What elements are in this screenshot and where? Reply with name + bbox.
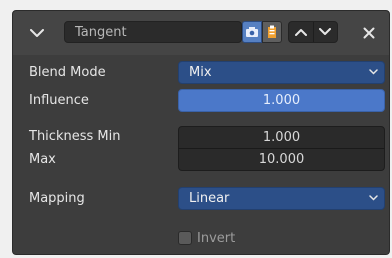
invert-option[interactable]: Invert bbox=[178, 229, 235, 247]
influence-label: Influence bbox=[29, 93, 89, 108]
panel-header: Tangent bbox=[13, 11, 389, 55]
chevron-down-icon bbox=[319, 28, 332, 35]
close-button[interactable] bbox=[356, 20, 382, 46]
render-toggle-button[interactable] bbox=[242, 21, 262, 43]
influence-field[interactable]: 1.000 bbox=[178, 89, 385, 112]
modifier-panel: Tangent Blend Mode Mix Influence 1.000 T… bbox=[12, 10, 390, 255]
thickness-min-field[interactable]: 1.000 bbox=[178, 126, 385, 149]
mapping-label: Mapping bbox=[29, 191, 85, 206]
move-buttons bbox=[288, 21, 338, 43]
camera-icon bbox=[246, 27, 258, 37]
copy-button[interactable] bbox=[262, 21, 282, 43]
modifier-name-field[interactable]: Tangent bbox=[64, 21, 242, 43]
mapping-value: Linear bbox=[189, 191, 230, 206]
move-down-button[interactable] bbox=[312, 22, 338, 42]
chevron-down-icon bbox=[369, 195, 378, 201]
collapse-toggle[interactable] bbox=[23, 25, 51, 41]
blend-mode-value: Mix bbox=[189, 65, 212, 80]
mapping-dropdown[interactable]: Linear bbox=[178, 187, 385, 210]
chevron-down-icon bbox=[30, 28, 44, 37]
thickness-max-label: Max bbox=[29, 152, 56, 167]
invert-checkbox[interactable] bbox=[178, 231, 192, 245]
chevron-up-icon bbox=[294, 29, 307, 36]
invert-label: Invert bbox=[197, 230, 236, 246]
blend-mode-dropdown[interactable]: Mix bbox=[178, 61, 385, 84]
blend-mode-label: Blend Mode bbox=[29, 65, 106, 80]
thickness-min-label: Thickness Min bbox=[29, 129, 121, 144]
close-icon bbox=[363, 27, 375, 39]
clipboard-icon bbox=[268, 25, 276, 38]
thickness-max-field[interactable]: 10.000 bbox=[178, 148, 385, 171]
move-up-button[interactable] bbox=[289, 22, 313, 42]
chevron-down-icon bbox=[369, 69, 378, 75]
